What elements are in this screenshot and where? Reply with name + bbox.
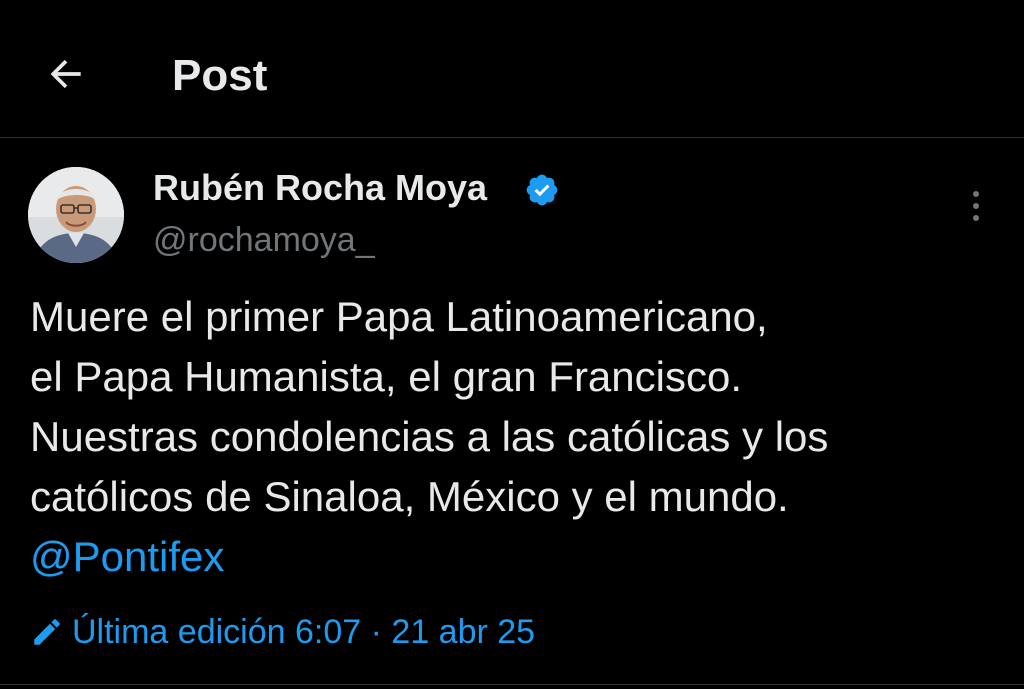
tweet-line: el Papa Humanista, el gran Francisco. [30, 353, 743, 400]
last-edited-link[interactable]: Última edición 6:07 · 21 abr 25 [30, 608, 535, 656]
edited-separator: · [370, 612, 382, 651]
tweet-line: Nuestras condolencias a las católicas y … [30, 413, 829, 460]
pencil-icon [34, 619, 60, 645]
bottom-divider [0, 684, 1024, 685]
avatar-photo [28, 167, 124, 263]
edited-time: 6:07 [294, 612, 362, 651]
tweet-line: católicos de Sinaloa, México y el mundo. [30, 473, 789, 520]
author-handle[interactable]: @rochamoya_ [153, 218, 375, 262]
page-title: Post [172, 51, 268, 100]
tweet-text: Muere el primer Papa Latinoamericano, el… [30, 287, 990, 587]
back-button[interactable] [36, 46, 96, 102]
mention-link[interactable]: @Pontifex [30, 527, 990, 587]
more-options-button[interactable] [958, 184, 994, 228]
edited-label: Última edición [72, 612, 286, 651]
author-name[interactable]: Rubén Rocha Moya [153, 166, 487, 210]
top-bar: Post [0, 0, 1024, 138]
tweet-line: Muere el primer Papa Latinoamericano, [30, 293, 768, 340]
arrow-left-icon [50, 59, 81, 89]
edited-date: 21 abr 25 [391, 612, 536, 651]
verified-badge-icon [526, 174, 558, 206]
avatar[interactable] [28, 167, 124, 263]
more-vertical-icon [973, 191, 979, 221]
